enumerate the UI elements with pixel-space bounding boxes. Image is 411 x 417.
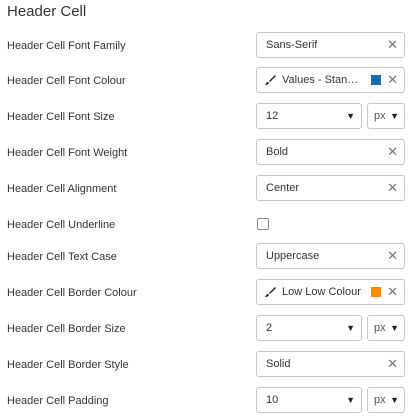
border-size-row: Header Cell Border Size 2 ▼ px ▼ bbox=[0, 315, 411, 343]
close-icon[interactable]: ✕ bbox=[387, 33, 398, 57]
font-family-field[interactable]: Sans-Serif ✕ bbox=[256, 32, 405, 58]
padding-row: Header Cell Padding 10 ▼ px ▼ bbox=[0, 387, 411, 415]
font-size-unit: px bbox=[374, 110, 386, 122]
underline-row: Header Cell Underline bbox=[0, 211, 411, 239]
border-colour-field[interactable]: Low Low Colour ✕ bbox=[256, 279, 405, 305]
font-colour-field[interactable]: Values - Standard ✕ bbox=[256, 67, 405, 93]
border-style-value: Solid bbox=[266, 358, 291, 370]
caret-down-icon: ▼ bbox=[390, 395, 399, 405]
close-icon[interactable]: ✕ bbox=[387, 280, 398, 304]
border-size-value: 2 bbox=[266, 322, 273, 334]
paintbrush-icon bbox=[265, 287, 276, 297]
underline-checkbox[interactable] bbox=[257, 218, 269, 230]
close-icon[interactable]: ✕ bbox=[387, 352, 398, 376]
border-colour-row: Header Cell Border Colour Low Low Colour… bbox=[0, 279, 411, 307]
font-colour-value: Values - Standard bbox=[282, 74, 364, 86]
text-case-label: Header Cell Text Case bbox=[7, 251, 117, 263]
font-family-value: Sans-Serif bbox=[266, 39, 318, 51]
font-size-label: Header Cell Font Size bbox=[7, 111, 115, 123]
section-title: Header Cell bbox=[7, 3, 87, 20]
font-colour-label: Header Cell Font Colour bbox=[7, 75, 126, 87]
text-case-row: Header Cell Text Case Uppercase ✕ bbox=[0, 243, 411, 271]
close-icon[interactable]: ✕ bbox=[387, 140, 398, 164]
padding-value: 10 bbox=[266, 394, 279, 406]
alignment-value: Center bbox=[266, 182, 300, 194]
caret-down-icon: ▼ bbox=[390, 323, 399, 333]
caret-down-icon: ▼ bbox=[346, 111, 355, 121]
font-family-row: Header Cell Font Family Sans-Serif ✕ bbox=[0, 32, 411, 60]
border-size-unit: px bbox=[374, 322, 386, 334]
padding-label: Header Cell Padding bbox=[7, 395, 109, 407]
underline-label: Header Cell Underline bbox=[7, 219, 116, 231]
text-case-field[interactable]: Uppercase ✕ bbox=[256, 243, 405, 269]
border-colour-swatch[interactable] bbox=[371, 287, 381, 297]
border-colour-value: Low Low Colour bbox=[282, 286, 361, 298]
caret-down-icon: ▼ bbox=[346, 323, 355, 333]
font-colour-swatch[interactable] bbox=[371, 75, 381, 85]
font-weight-value: Bold bbox=[266, 146, 289, 158]
paintbrush-icon bbox=[265, 75, 276, 85]
padding-unit: px bbox=[374, 394, 386, 406]
padding-unit-select[interactable]: px ▼ bbox=[367, 387, 405, 413]
border-colour-label: Header Cell Border Colour bbox=[7, 287, 137, 299]
caret-down-icon: ▼ bbox=[390, 111, 399, 121]
alignment-label: Header Cell Alignment bbox=[7, 183, 117, 195]
font-size-select[interactable]: 12 ▼ bbox=[256, 103, 362, 129]
border-size-label: Header Cell Border Size bbox=[7, 323, 126, 335]
font-weight-row: Header Cell Font Weight Bold ✕ bbox=[0, 139, 411, 167]
font-size-unit-select[interactable]: px ▼ bbox=[367, 103, 405, 129]
border-size-unit-select[interactable]: px ▼ bbox=[367, 315, 405, 341]
padding-select[interactable]: 10 ▼ bbox=[256, 387, 362, 413]
caret-down-icon: ▼ bbox=[346, 395, 355, 405]
close-icon[interactable]: ✕ bbox=[387, 176, 398, 200]
font-weight-label: Header Cell Font Weight bbox=[7, 147, 128, 159]
text-case-value: Uppercase bbox=[266, 250, 320, 262]
alignment-field[interactable]: Center ✕ bbox=[256, 175, 405, 201]
border-size-select[interactable]: 2 ▼ bbox=[256, 315, 362, 341]
font-size-value: 12 bbox=[266, 110, 279, 122]
close-icon[interactable]: ✕ bbox=[387, 244, 398, 268]
border-style-row: Header Cell Border Style Solid ✕ bbox=[0, 351, 411, 379]
font-weight-field[interactable]: Bold ✕ bbox=[256, 139, 405, 165]
close-icon[interactable]: ✕ bbox=[387, 68, 398, 92]
border-style-field[interactable]: Solid ✕ bbox=[256, 351, 405, 377]
font-colour-row: Header Cell Font Colour Values - Standar… bbox=[0, 67, 411, 95]
alignment-row: Header Cell Alignment Center ✕ bbox=[0, 175, 411, 203]
font-family-label: Header Cell Font Family bbox=[7, 40, 126, 52]
border-style-label: Header Cell Border Style bbox=[7, 359, 129, 371]
font-size-row: Header Cell Font Size 12 ▼ px ▼ bbox=[0, 103, 411, 131]
